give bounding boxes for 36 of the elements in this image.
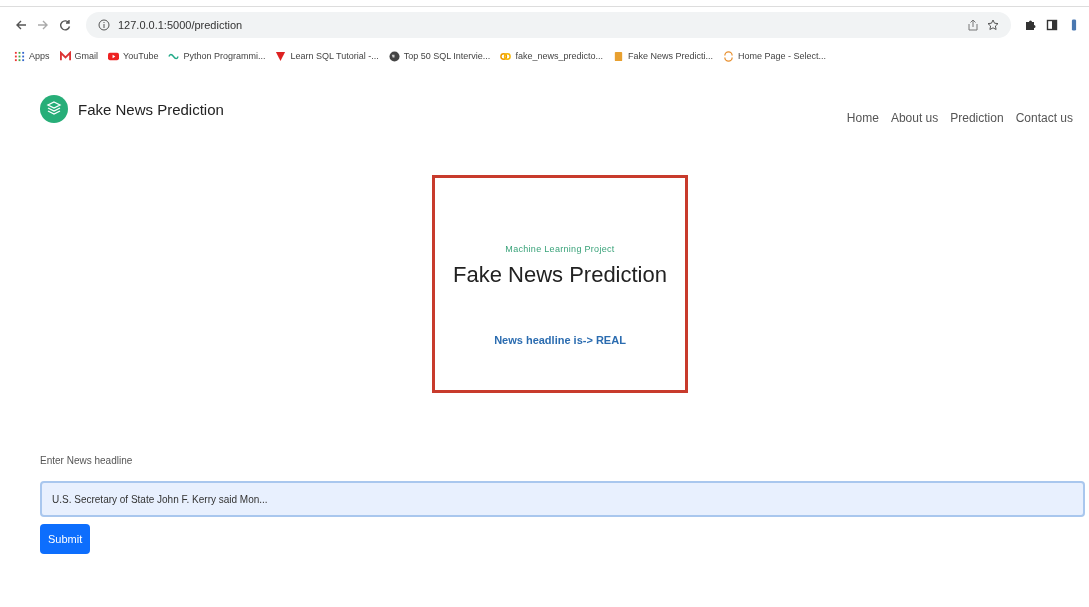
field-label: Enter News headline: [40, 455, 133, 466]
mail-icon: [59, 50, 71, 62]
spinner-icon: [722, 50, 734, 62]
reload-icon[interactable]: [58, 18, 72, 32]
info-icon[interactable]: [98, 19, 110, 31]
card-title: Fake News Prediction: [453, 262, 667, 288]
bookmark[interactable]: Learn SQL Tutorial -...: [275, 50, 379, 62]
brand-name[interactable]: Fake News Prediction: [78, 100, 224, 118]
bookmark[interactable]: Apps: [14, 50, 50, 62]
bookmark[interactable]: YouTube: [108, 50, 159, 62]
sidebar-icon[interactable]: [1045, 18, 1059, 32]
nav-link[interactable]: About us: [890, 111, 939, 125]
back-icon[interactable]: [14, 18, 28, 32]
puzzle-icon[interactable]: [1023, 18, 1037, 32]
bookmark[interactable]: fake_news_predicto...: [500, 50, 603, 62]
rings-icon: [500, 50, 512, 62]
star-icon[interactable]: [987, 19, 999, 31]
address-bar[interactable]: 127.0.0.1:5000/prediction: [86, 12, 1011, 38]
bookmark[interactable]: Gmail: [59, 50, 99, 62]
headline-input[interactable]: U.S. Secretary of State John F. Kerry said Mon...: [40, 481, 1085, 517]
nav-link[interactable]: Contact us: [1015, 111, 1073, 125]
nav-link[interactable]: Prediction: [950, 111, 1004, 125]
card-subtitle: Machine Learning Project: [505, 244, 615, 254]
prediction-result: News headline is-> REAL: [494, 334, 626, 346]
bookmark[interactable]: Home Page - Select...: [722, 50, 826, 62]
share-icon[interactable]: [967, 19, 979, 31]
triangle-icon: [275, 50, 287, 62]
submit-button[interactable]: Submit: [40, 524, 91, 554]
bookmark[interactable]: Python Programmi...: [168, 50, 266, 62]
bookmark[interactable]: Top 50 SQL Intervie...: [388, 50, 491, 62]
globe-icon: [388, 50, 400, 62]
play-icon: [108, 50, 120, 62]
nav-link[interactable]: Home: [846, 111, 879, 125]
grid-icon: [14, 50, 25, 62]
bookmark[interactable]: Fake News Predicti...: [612, 50, 713, 62]
stack-logo-icon: [40, 95, 68, 123]
